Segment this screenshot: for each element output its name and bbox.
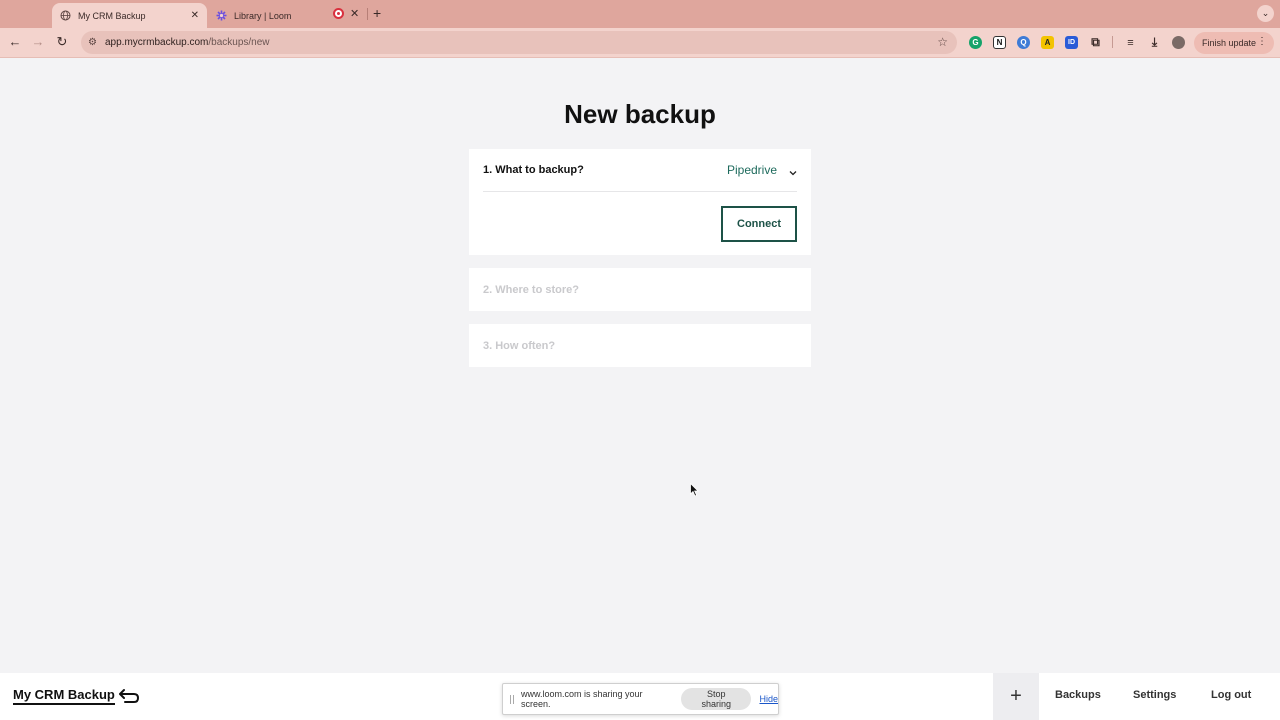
tab-title: My CRM Backup <box>78 10 146 21</box>
warning-extension-icon[interactable]: A <box>1041 36 1054 49</box>
hide-link[interactable]: Hide <box>759 694 778 704</box>
brand-logo[interactable]: My CRM Backup <box>13 687 140 705</box>
nav-settings[interactable]: Settings <box>1133 689 1176 701</box>
page-title: New backup <box>564 99 716 129</box>
tab-separator <box>367 8 368 20</box>
bookmark-star-icon[interactable]: ☆ <box>937 35 948 49</box>
step-card-how-often: 3. How often? <box>469 324 811 367</box>
media-controls-icon[interactable]: ≡ <box>1124 36 1137 49</box>
close-tab-icon[interactable]: ✕ <box>191 10 199 21</box>
mouse-cursor-icon <box>690 483 699 497</box>
return-arrow-icon <box>118 689 139 703</box>
tab-library-loom[interactable]: Library | Loom <box>208 3 328 28</box>
recording-icon <box>333 8 344 19</box>
step-label: 2. Where to store? <box>483 284 579 296</box>
screen-share-notification: www.loom.com is sharing your screen. Sto… <box>502 683 779 715</box>
crm-select-value: Pipedrive <box>726 163 777 177</box>
nav-log-out[interactable]: Log out <box>1211 689 1251 701</box>
profile-avatar[interactable] <box>1172 36 1185 49</box>
grammarly-icon[interactable]: G <box>969 36 982 49</box>
browser-tab-bar: My CRM Backup ✕ Library | Loom ✕ + ⌄ <box>0 0 1280 28</box>
url-path: /backups/new <box>208 37 270 48</box>
stop-sharing-button[interactable]: Stop sharing <box>681 688 752 710</box>
url-text: app.mycrmbackup.com/backups/new <box>105 37 270 48</box>
brand-title: My CRM Backup <box>13 687 115 705</box>
new-tab-button[interactable]: + <box>373 5 381 21</box>
puzzle-icon[interactable]: ⧉ <box>1089 35 1102 49</box>
step-label: 1. What to backup? <box>483 164 584 176</box>
loom-icon <box>216 10 227 21</box>
toolbar-separator <box>1112 36 1113 48</box>
step-label: 3. How often? <box>483 340 556 352</box>
nav-backups[interactable]: Backups <box>1055 689 1101 701</box>
magnifier-extension-icon[interactable]: Q <box>1017 36 1030 49</box>
drag-handle-icon[interactable] <box>510 694 514 704</box>
divider <box>483 191 797 192</box>
finish-update-label: Finish update <box>1202 38 1257 48</box>
id-extension-icon[interactable]: ID <box>1065 36 1078 49</box>
add-backup-button[interactable]: + <box>993 673 1039 720</box>
page-content: New backup 1. What to backup? Pipedrive … <box>0 59 1280 673</box>
tab-title: Library | Loom <box>234 10 292 21</box>
finish-update-button[interactable]: Finish update ⋮ <box>1194 32 1274 54</box>
tab-search-chevron-icon[interactable]: ⌄ <box>1257 5 1274 22</box>
close-tab-icon[interactable]: ✕ <box>350 7 359 20</box>
address-bar[interactable]: ⚙ app.mycrmbackup.com/backups/new ☆ <box>81 31 957 54</box>
notion-icon[interactable]: N <box>993 36 1006 49</box>
site-settings-icon[interactable]: ⚙ <box>88 37 100 48</box>
crm-select[interactable]: Pipedrive <box>727 163 797 177</box>
more-vert-icon[interactable]: ⋮ <box>1257 36 1267 47</box>
chevron-down-icon <box>789 166 797 176</box>
back-arrow-icon[interactable]: ← <box>6 34 24 49</box>
tab-my-crm-backup[interactable]: My CRM Backup ✕ <box>52 3 207 28</box>
share-message: www.loom.com is sharing your screen. <box>521 689 643 709</box>
download-icon[interactable]: ⤓ <box>1148 35 1161 49</box>
reload-icon[interactable]: ↻ <box>53 34 71 50</box>
step-card-what-to-backup: 1. What to backup? Pipedrive Connect <box>469 149 811 255</box>
forward-arrow-icon[interactable]: → <box>29 34 47 49</box>
connect-button[interactable]: Connect <box>721 206 797 242</box>
globe-icon <box>60 10 71 21</box>
step-card-where-to-store: 2. Where to store? <box>469 268 811 311</box>
browser-toolbar: ← → ↻ ⚙ app.mycrmbackup.com/backups/new … <box>0 28 1280 58</box>
url-host: app.mycrmbackup.com <box>105 37 209 48</box>
